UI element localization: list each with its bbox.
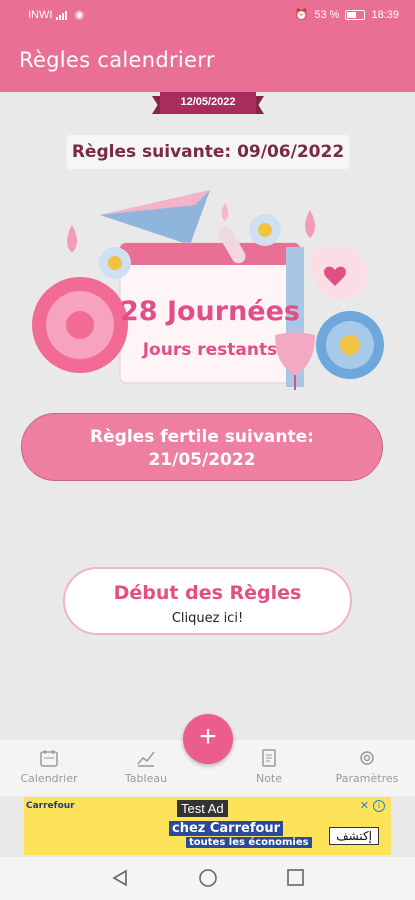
gear-icon — [360, 751, 374, 765]
app-title: Règles calendrierr — [19, 48, 215, 72]
nav-parametres[interactable]: Paramètres — [327, 748, 407, 785]
fertile-label: Règles fertile suivante: — [90, 427, 314, 447]
days-remaining: 28 Journées — [119, 296, 301, 327]
ad-cta-button[interactable]: إكتشف — [329, 827, 379, 845]
nav-calendar-label: Calendrier — [20, 772, 78, 785]
next-fertile-button[interactable]: Règles fertile suivante: 21/05/2022 — [21, 413, 383, 481]
nav-calendar[interactable]: Calendrier — [9, 748, 89, 785]
clock: 18:39 — [371, 8, 399, 21]
nav-note[interactable]: Note — [229, 748, 309, 785]
plus-icon: + — [199, 720, 217, 753]
battery-icon — [345, 9, 366, 20]
drop-shape — [305, 210, 315, 238]
chart-icon — [137, 751, 155, 767]
ad-info-icon[interactable]: i — [373, 800, 385, 812]
system-navigation — [0, 857, 415, 900]
ad-banner[interactable]: Carrefour Test Ad i ✕ chez Carrefour tou… — [24, 797, 391, 855]
next-period-date: Règles suivante: 09/06/2022 — [67, 135, 349, 169]
recents-icon — [287, 869, 304, 886]
ad-subline: toutes les économies — [186, 837, 312, 848]
calendar-icon — [40, 750, 58, 767]
ad-brand: Carrefour — [26, 801, 75, 811]
nav-note-label: Note — [255, 772, 283, 785]
small-flower-shape — [99, 247, 131, 279]
start-period-title: Début des Règles — [113, 582, 302, 604]
ad-badge: Test Ad — [177, 800, 228, 817]
back-icon — [112, 869, 127, 887]
alarm-icon: ⏰ — [294, 9, 309, 21]
nav-parametres-label: Paramètres — [335, 772, 399, 785]
status-bar: INWI ◉ ⏰ 53 % 18:39 — [0, 0, 415, 28]
wifi-icon: ◉ — [74, 9, 85, 21]
start-period-button[interactable]: Début des Règles Cliquez ici! — [63, 567, 352, 635]
current-date-ribbon: 12/05/2022 — [152, 92, 264, 114]
current-date: 12/05/2022 — [160, 92, 256, 114]
carrier-label: INWI — [28, 8, 53, 21]
start-period-subtitle: Cliquez ici! — [171, 611, 244, 626]
system-nav-icons — [112, 869, 304, 887]
nav-tableau[interactable]: Tableau — [106, 748, 186, 785]
small-flower-shape — [249, 214, 281, 246]
days-remaining-label: Jours restants — [142, 340, 278, 360]
ad-headline: chez Carrefour — [169, 821, 284, 836]
add-fab-button[interactable]: + — [183, 714, 233, 764]
signal-icon — [56, 10, 70, 20]
fertile-date: 21/05/2022 — [148, 450, 256, 470]
ad-close-icon[interactable]: ✕ — [360, 799, 369, 812]
nav-tableau-label: Tableau — [124, 772, 168, 785]
drop-shape — [67, 225, 77, 253]
battery-percent: 53 % — [314, 8, 340, 21]
home-icon — [199, 869, 217, 887]
calendar-illustration — [32, 190, 384, 390]
drop-shape — [221, 203, 229, 221]
app-bar: Règles calendrierr — [0, 28, 415, 92]
blue-flower-shape — [316, 311, 384, 379]
note-icon — [262, 749, 276, 767]
